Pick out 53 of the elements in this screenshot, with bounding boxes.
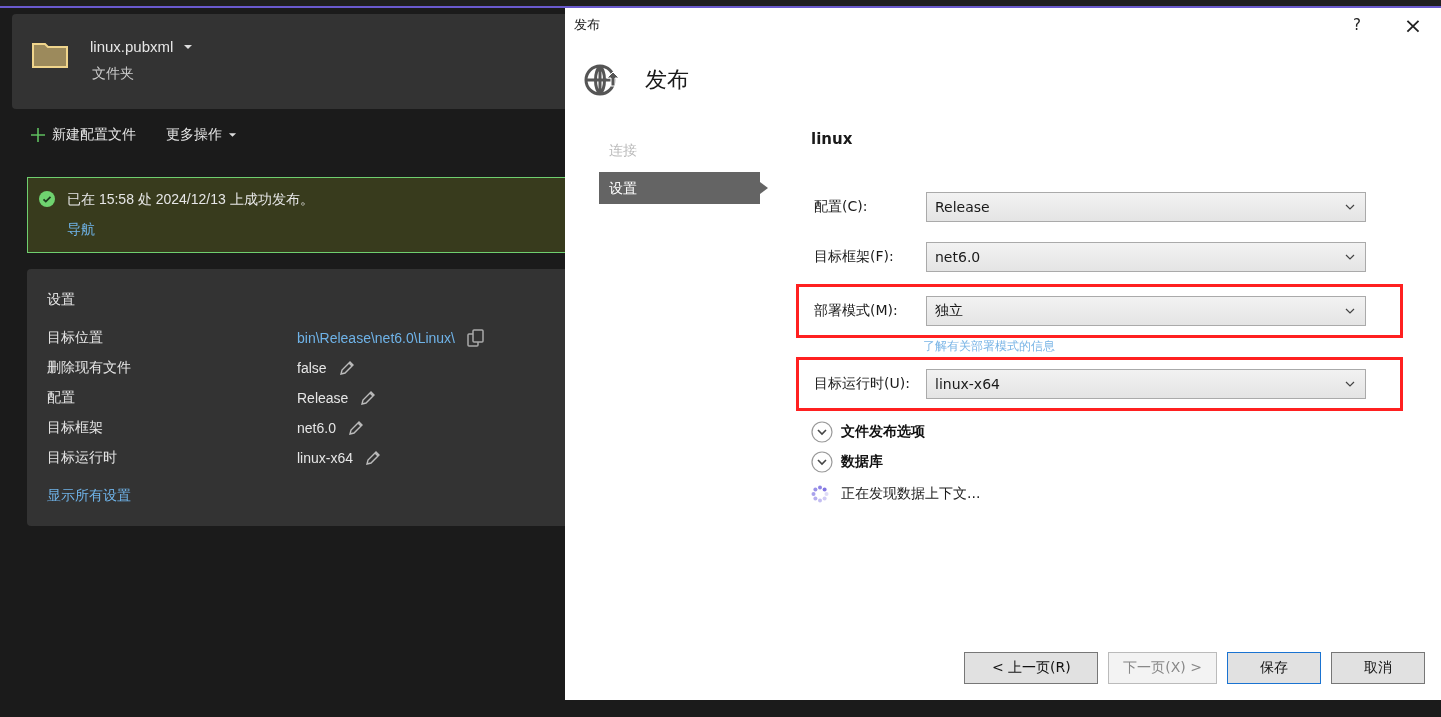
field-label: 部署模式(M): [814, 302, 899, 320]
nav-item[interactable]: 设置 [599, 172, 768, 204]
setting-label: 目标框架 [47, 419, 104, 437]
dialog-button[interactable]: 取消 [1331, 652, 1425, 684]
edit-pencil-icon[interactable] [365, 450, 382, 466]
dropdown[interactable]: linux-x64 [926, 369, 1366, 399]
success-check-icon [39, 191, 55, 207]
dropdown-caret-icon[interactable] [183, 43, 194, 50]
settings-title: 设置 [47, 291, 76, 309]
chevron-down-icon [1345, 204, 1355, 210]
edit-pencil-icon[interactable] [338, 360, 355, 376]
edit-pencil-icon[interactable] [360, 390, 377, 406]
caret-icon [228, 132, 237, 138]
more-actions-button[interactable]: 更多操作 [166, 125, 237, 145]
setting-label: 目标运行时 [47, 449, 118, 467]
profile-type: 文件夹 [91, 65, 135, 83]
profile-name: linux.pubxml [90, 38, 174, 55]
dropdown[interactable]: net6.0 [926, 242, 1366, 272]
dropdown[interactable]: 独立 [926, 296, 1366, 326]
setting-value: false [297, 360, 327, 376]
copy-icon[interactable] [467, 329, 485, 347]
expander[interactable]: 文件发布选项 [811, 421, 1403, 443]
profile-name-heading: linux [811, 130, 854, 148]
chevron-down-icon [1345, 381, 1355, 387]
dialog-button[interactable]: < 上一页(R) [964, 652, 1099, 684]
edit-pencil-icon[interactable] [347, 420, 364, 436]
setting-label: 目标位置 [47, 329, 104, 347]
chevron-down-icon [1345, 254, 1355, 260]
folder-icon [32, 40, 68, 68]
setting-label: 配置 [47, 389, 76, 407]
success-message: 已在 15:58 处 2024/12/13 上成功发布。 [67, 191, 314, 209]
dialog-button[interactable]: 保存 [1227, 652, 1321, 684]
plus-icon [30, 127, 46, 143]
dropdown[interactable]: Release [926, 192, 1366, 222]
setting-label: 删除现有文件 [47, 359, 132, 377]
setting-value: net6.0 [297, 420, 336, 436]
chevron-down-icon [1345, 308, 1355, 314]
close-button[interactable]: × [1385, 9, 1441, 41]
help-button[interactable]: ? [1329, 9, 1385, 41]
dialog-title: 发布 [574, 16, 600, 34]
loading-spinner-icon [811, 485, 829, 503]
field-label: 目标运行时(U): [814, 375, 911, 393]
expander[interactable]: 数据库 [811, 451, 1403, 473]
new-profile-button[interactable]: 新建配置文件 [30, 125, 136, 145]
field-label: 配置(C): [814, 198, 869, 216]
navigate-link[interactable]: 导航 [67, 221, 314, 239]
target-location-link[interactable]: bin\Release\net6.0\Linux\ [297, 330, 455, 346]
dialog-heading: 发布 [645, 66, 689, 94]
setting-value: Release [297, 390, 349, 406]
show-all-settings-link[interactable]: 显示所有设置 [47, 487, 131, 505]
setting-value: linux-x64 [297, 450, 354, 466]
field-label: 目标框架(F): [814, 248, 895, 266]
status-text: 正在发现数据上下文... [841, 485, 981, 503]
